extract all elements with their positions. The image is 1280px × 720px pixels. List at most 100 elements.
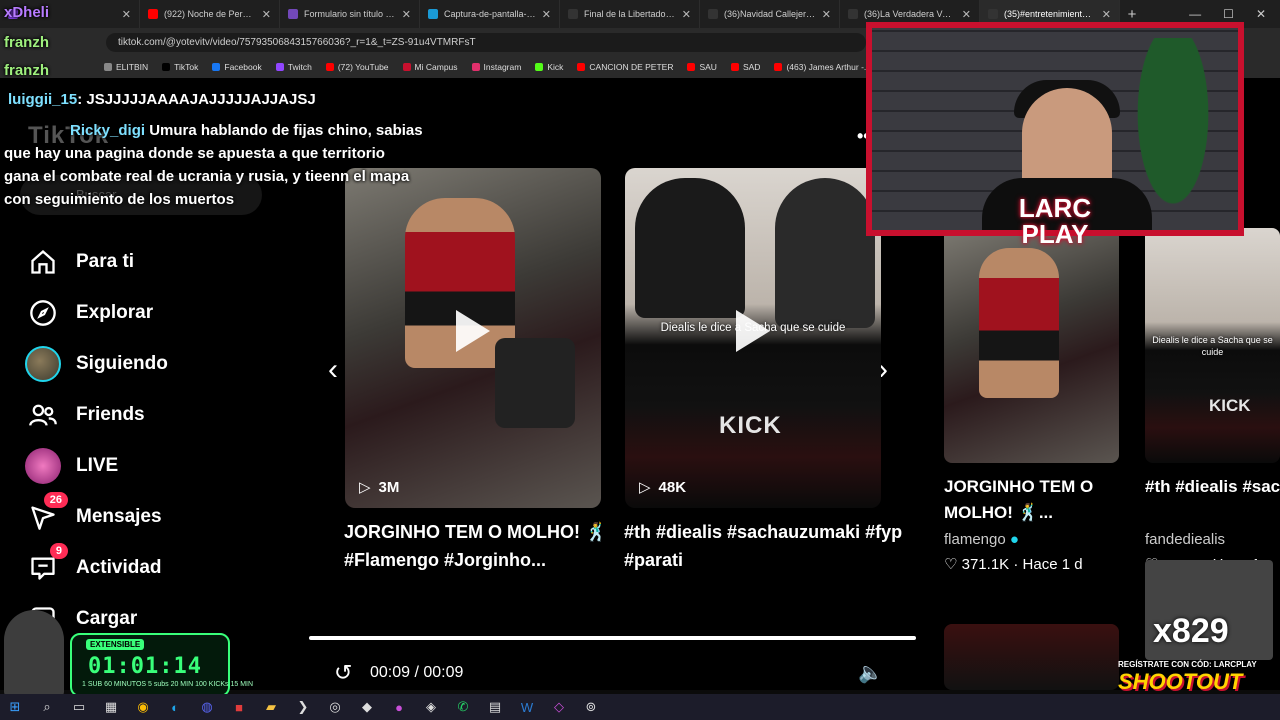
sidebar-item-para-ti[interactable]: Para ti bbox=[24, 236, 324, 287]
video-card[interactable]: ▷ 3M bbox=[345, 168, 601, 508]
views-value: 3M bbox=[378, 478, 400, 496]
bookmark-icon bbox=[774, 63, 783, 71]
tab-title: Formulario sin título - For bbox=[304, 9, 396, 19]
files-icon[interactable]: ▰ bbox=[262, 698, 280, 716]
play-small-icon: ▷ bbox=[639, 479, 651, 496]
close-icon[interactable]: ✕ bbox=[262, 8, 271, 21]
discord-icon[interactable]: ◍ bbox=[198, 698, 216, 716]
sidebar-item-live[interactable]: LIVE bbox=[24, 440, 324, 491]
minimize-icon[interactable]: — bbox=[1189, 7, 1201, 21]
preview-title[interactable]: JORGINHO TEM O MOLHO! 🕺... bbox=[944, 474, 1134, 526]
video-overlay-text: Diealis le dice a Sacha que se cuide bbox=[1152, 335, 1273, 357]
taskbar: ⊞ ⌕ ▭ ▦ ◉ ◐ ◍ ■ ▰ ❯ ◎ ◆ ● ◈ ✆ ▤ W ◇ ⊚ bbox=[0, 694, 1280, 720]
bookmark-item[interactable]: SAU bbox=[687, 62, 717, 72]
chat-username: Ricky_digi bbox=[70, 122, 146, 139]
bookmark-item[interactable]: SAD bbox=[730, 62, 760, 72]
bookmark-item[interactable]: Facebook bbox=[212, 62, 262, 72]
bookmark-item[interactable]: (72) YouTube bbox=[325, 62, 389, 72]
close-icon[interactable]: ✕ bbox=[542, 8, 551, 21]
video-caption[interactable]: JORGINHO TEM O MOLHO! 🕺#Flamengo #Jorgin… bbox=[344, 518, 634, 574]
url-field[interactable]: tiktok.com/@yotevitv/video/7579350684315… bbox=[106, 32, 866, 52]
video-card[interactable]: Diealis le dice a Sacha que se cuide KIC… bbox=[625, 168, 881, 508]
window-controls: — ☐ ✕ bbox=[1189, 7, 1280, 21]
terminal-icon[interactable]: ❯ bbox=[294, 698, 312, 716]
sidebar-item-label: Mensajes bbox=[76, 505, 162, 527]
play-small-icon: ▷ bbox=[359, 479, 371, 496]
bookmark-item[interactable]: Kick bbox=[535, 62, 563, 72]
browser-tab[interactable]: Final de la Libertadores c ✕ bbox=[560, 0, 700, 28]
store-icon[interactable]: ▦ bbox=[102, 698, 120, 716]
preview-likes: ♡ 371.1K · Hace 1 d bbox=[944, 556, 1083, 573]
chat-message: Umura hablando de fijas chino, sabias qu… bbox=[4, 122, 423, 208]
obs-icon[interactable]: ◎ bbox=[326, 698, 344, 716]
sidebar-item-label: LIVE bbox=[76, 454, 119, 476]
video-caption[interactable]: #th #diealis #sachauzumaki #fyp #parati bbox=[624, 518, 914, 574]
compass-icon bbox=[24, 294, 62, 332]
bookmark-item[interactable]: Mi Campus bbox=[402, 62, 458, 72]
calc-icon[interactable]: ▤ bbox=[486, 698, 504, 716]
browser-tab[interactable]: (922) Noche de Perdedor ✕ bbox=[140, 0, 280, 28]
app5-icon[interactable]: ◇ bbox=[550, 698, 568, 716]
close-icon[interactable]: ✕ bbox=[822, 8, 831, 21]
sidebar-item-label: Friends bbox=[76, 403, 145, 425]
bookmark-label: Facebook bbox=[224, 62, 262, 72]
prev-arrow-icon[interactable]: ‹ bbox=[328, 353, 338, 387]
play-icon[interactable] bbox=[456, 310, 490, 353]
sidebar-item-mensajes[interactable]: 26 Mensajes bbox=[24, 491, 324, 542]
close-icon[interactable]: ✕ bbox=[402, 8, 411, 21]
sidebar-item-label: Explorar bbox=[76, 301, 154, 323]
sidebar-item-explorar[interactable]: Explorar bbox=[24, 287, 324, 338]
bookmark-label: (72) YouTube bbox=[337, 62, 389, 72]
windows-icon[interactable]: ⊞ bbox=[6, 698, 24, 716]
app2-icon[interactable]: ◆ bbox=[358, 698, 376, 716]
browser-tab[interactable]: Captura-de-pantalla-2025 ✕ bbox=[420, 0, 560, 28]
edge-icon[interactable]: ◐ bbox=[166, 698, 184, 716]
preview-title[interactable]: #th #diealis #sachauzumaki bbox=[1145, 474, 1280, 500]
close-icon[interactable]: ✕ bbox=[962, 8, 971, 21]
bookmark-icon bbox=[275, 63, 284, 71]
close-window-icon[interactable]: ✕ bbox=[1256, 7, 1266, 21]
volume-icon[interactable]: 🔈 bbox=[858, 660, 883, 685]
video-progress-bar[interactable] bbox=[309, 636, 916, 640]
replay-icon[interactable]: ↺ bbox=[334, 660, 352, 686]
browser-tab[interactable]: (36)Navidad Callejera: Ref ✕ bbox=[700, 0, 840, 28]
bookmark-label: CANCION DE PETER bbox=[589, 62, 674, 72]
preview-author[interactable]: flamengo ● bbox=[944, 531, 1019, 548]
bookmark-item[interactable]: Twitch bbox=[275, 62, 312, 72]
sidebar-item-siguiendo[interactable]: Siguiendo bbox=[24, 338, 324, 389]
tab-title: Final de la Libertadores c bbox=[584, 9, 676, 19]
search-icon[interactable]: ⌕ bbox=[38, 698, 56, 716]
promo-brand: SHOOTOUT bbox=[1118, 669, 1243, 694]
close-icon[interactable]: ✕ bbox=[1102, 8, 1111, 21]
play-icon[interactable] bbox=[736, 310, 770, 353]
preview-card[interactable]: Diealis le dice a Sacha que se cuide KIC… bbox=[1145, 228, 1280, 463]
whatsapp-icon[interactable]: ✆ bbox=[454, 698, 472, 716]
word-icon[interactable]: W bbox=[518, 698, 536, 716]
tab-title: (36)La Verdadera Voz de I bbox=[864, 9, 956, 19]
age-value: Hace 1 d bbox=[1022, 556, 1083, 573]
sidebar-item-friends[interactable]: Friends bbox=[24, 389, 324, 440]
tiktok-icon bbox=[988, 9, 998, 19]
app6-icon[interactable]: ⊚ bbox=[582, 698, 600, 716]
app4-icon[interactable]: ◈ bbox=[422, 698, 440, 716]
preview-card[interactable] bbox=[944, 624, 1119, 690]
app-icon[interactable]: ■ bbox=[230, 698, 248, 716]
close-icon[interactable]: ✕ bbox=[122, 8, 131, 21]
bookmark-item[interactable]: ELITBIN bbox=[104, 62, 148, 72]
browser-tab[interactable]: Formulario sin título - For ✕ bbox=[280, 0, 420, 28]
new-tab-button[interactable]: + bbox=[1120, 6, 1144, 23]
chrome-icon[interactable]: ◉ bbox=[134, 698, 152, 716]
bookmark-item[interactable]: (463) James Arthur -... bbox=[774, 62, 871, 72]
tiktok-icon bbox=[848, 9, 858, 19]
maximize-icon[interactable]: ☐ bbox=[1223, 7, 1234, 21]
sidebar-item-actividad[interactable]: 9 Actividad bbox=[24, 542, 324, 593]
app3-icon[interactable]: ● bbox=[390, 698, 408, 716]
preview-author[interactable]: fandediealis bbox=[1145, 531, 1225, 548]
bookmark-item[interactable]: CANCION DE PETER bbox=[577, 62, 673, 72]
sidebar-item-label: Siguiendo bbox=[76, 352, 168, 374]
taskview-icon[interactable]: ▭ bbox=[70, 698, 88, 716]
preview-card[interactable] bbox=[944, 228, 1119, 463]
close-icon[interactable]: ✕ bbox=[682, 8, 691, 21]
bookmark-item[interactable]: Instagram bbox=[471, 62, 521, 72]
bookmark-item[interactable]: TikTok bbox=[162, 62, 198, 72]
